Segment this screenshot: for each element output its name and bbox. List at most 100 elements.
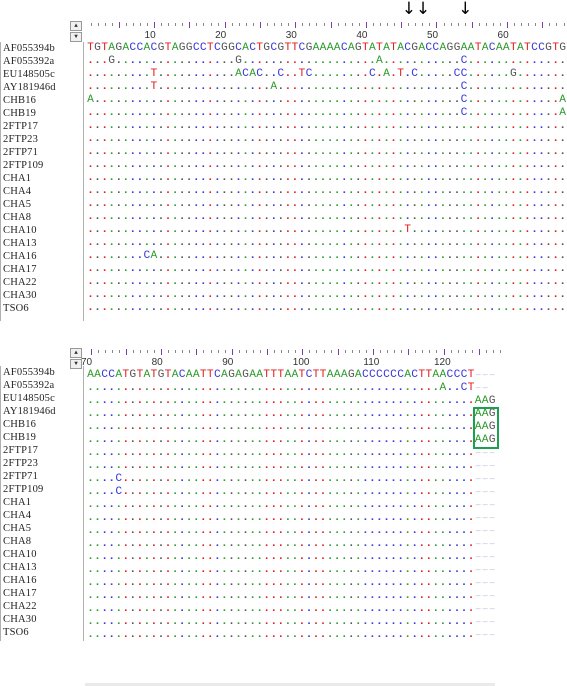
sequence-name[interactable]: AF055394b [1, 42, 83, 55]
reference-base: G [354, 42, 362, 54]
sequence-name[interactable]: CHB19 [1, 107, 83, 120]
sequence-name[interactable]: CHA1 [1, 172, 83, 185]
match-dot: . [305, 159, 313, 171]
sequence-name[interactable]: CHA22 [1, 600, 83, 613]
match-dot: . [249, 460, 256, 472]
match-dot: . [270, 603, 278, 615]
sequence-name[interactable]: AY181946d [1, 81, 83, 94]
sequence-name[interactable]: 2FTP71 [1, 470, 83, 483]
sequence-name[interactable]: TSO6 [1, 626, 83, 639]
match-dot: . [495, 159, 503, 171]
sequence-name[interactable]: CHA13 [1, 237, 83, 250]
match-dot: . [101, 302, 108, 314]
match-dot: . [108, 616, 116, 628]
ruler-tick [323, 23, 325, 26]
match-dot: . [319, 120, 327, 132]
sequence-name[interactable]: AF055394b [1, 366, 83, 379]
sequence-name[interactable]: CHA4 [1, 185, 83, 198]
sequence-name[interactable]: 2FTP23 [1, 133, 83, 146]
sequence-name[interactable]: CHA10 [1, 224, 83, 237]
match-dot: . [439, 499, 447, 511]
match-dot: . [101, 211, 108, 223]
variant-base: G [235, 55, 242, 67]
position-ruler: 10 20 30 40 50 60 [85, 21, 567, 41]
match-dot: . [242, 133, 249, 145]
reference-base: C [397, 369, 404, 381]
sequence-name[interactable]: CHA22 [1, 276, 83, 289]
match-dot: . [256, 512, 264, 524]
match-dot: . [178, 224, 186, 236]
sequence-name[interactable]: CHB16 [1, 94, 83, 107]
sequence-name[interactable]: EU148505c [1, 392, 83, 405]
match-dot: . [249, 55, 256, 67]
match-dot: . [185, 512, 193, 524]
sequence-name[interactable]: CHA30 [1, 613, 83, 626]
match-dot: . [319, 185, 327, 197]
match-dot: . [446, 590, 454, 602]
match-dot: . [277, 211, 285, 223]
match-dot: . [390, 211, 397, 223]
match-dot: . [221, 237, 228, 249]
match-dot: . [376, 211, 383, 223]
match-dot: . [129, 81, 137, 93]
sequence-row: ....C...................................… [87, 473, 496, 486]
reference-base: T [136, 369, 144, 381]
sequence-name[interactable]: 2FTP71 [1, 146, 83, 159]
match-dot: . [143, 81, 151, 93]
match-dot: . [509, 172, 517, 184]
sequence-name[interactable]: EU148505c [1, 68, 83, 81]
sequence-name[interactable]: CHB19 [1, 431, 83, 444]
scroll-up-button[interactable]: ▲ [70, 21, 82, 31]
match-dot: . [199, 551, 207, 563]
match-dot: . [256, 211, 264, 223]
sequence-name[interactable]: 2FTP17 [1, 120, 83, 133]
sequence-name[interactable]: TSO6 [1, 302, 83, 315]
sequence-name[interactable]: CHA10 [1, 548, 83, 561]
sequence-name[interactable]: CHA8 [1, 211, 83, 224]
sequence-name[interactable]: CHB16 [1, 418, 83, 431]
sequence-name[interactable]: CHA16 [1, 250, 83, 263]
sequence-name[interactable]: CHA4 [1, 509, 83, 522]
match-dot: . [538, 289, 545, 301]
sequence-name[interactable]: CHA8 [1, 535, 83, 548]
match-dot: . [171, 499, 179, 511]
sequence-row: ........................................… [87, 564, 496, 577]
match-dot: . [256, 159, 264, 171]
sequence-name[interactable]: CHA5 [1, 522, 83, 535]
match-dot: . [495, 289, 503, 301]
sequence-name[interactable]: CHA5 [1, 198, 83, 211]
match-dot: . [164, 211, 172, 223]
sequence-name[interactable]: 2FTP23 [1, 457, 83, 470]
match-dot: . [524, 250, 531, 262]
match-dot: . [460, 198, 468, 210]
sequence-name[interactable]: CHA1 [1, 496, 83, 509]
match-dot: . [383, 616, 390, 628]
sequence-name[interactable]: CHA30 [1, 289, 83, 302]
sequence-name[interactable]: 2FTP17 [1, 444, 83, 457]
match-dot: . [242, 421, 249, 433]
sequence-name[interactable]: AF055392a [1, 55, 83, 68]
match-dot: . [228, 250, 235, 262]
sequence-name[interactable]: AF055392a [1, 379, 83, 392]
match-dot: . [242, 603, 249, 615]
sequence-name[interactable]: AY181946d [1, 405, 83, 418]
match-dot: . [206, 382, 214, 394]
match-dot: . [467, 276, 475, 288]
match-dot: . [235, 185, 242, 197]
sequence-name[interactable]: 2FTP109 [1, 483, 83, 496]
match-dot: . [354, 421, 362, 433]
match-dot: . [277, 172, 285, 184]
match-dot: . [249, 146, 256, 158]
sequence-name[interactable]: CHA17 [1, 587, 83, 600]
match-dot: . [171, 603, 179, 615]
match-dot: . [524, 172, 531, 184]
sequence-name[interactable]: CHA13 [1, 561, 83, 574]
sequence-name[interactable]: CHA17 [1, 263, 83, 276]
match-dot: . [404, 629, 412, 641]
match-dot: . [326, 447, 334, 459]
match-dot: . [404, 68, 412, 80]
sequence-name[interactable]: 2FTP109 [1, 159, 83, 172]
match-dot: . [397, 107, 404, 119]
sequence-name[interactable]: CHA16 [1, 574, 83, 587]
scroll-down-button[interactable]: ▼ [70, 32, 82, 42]
